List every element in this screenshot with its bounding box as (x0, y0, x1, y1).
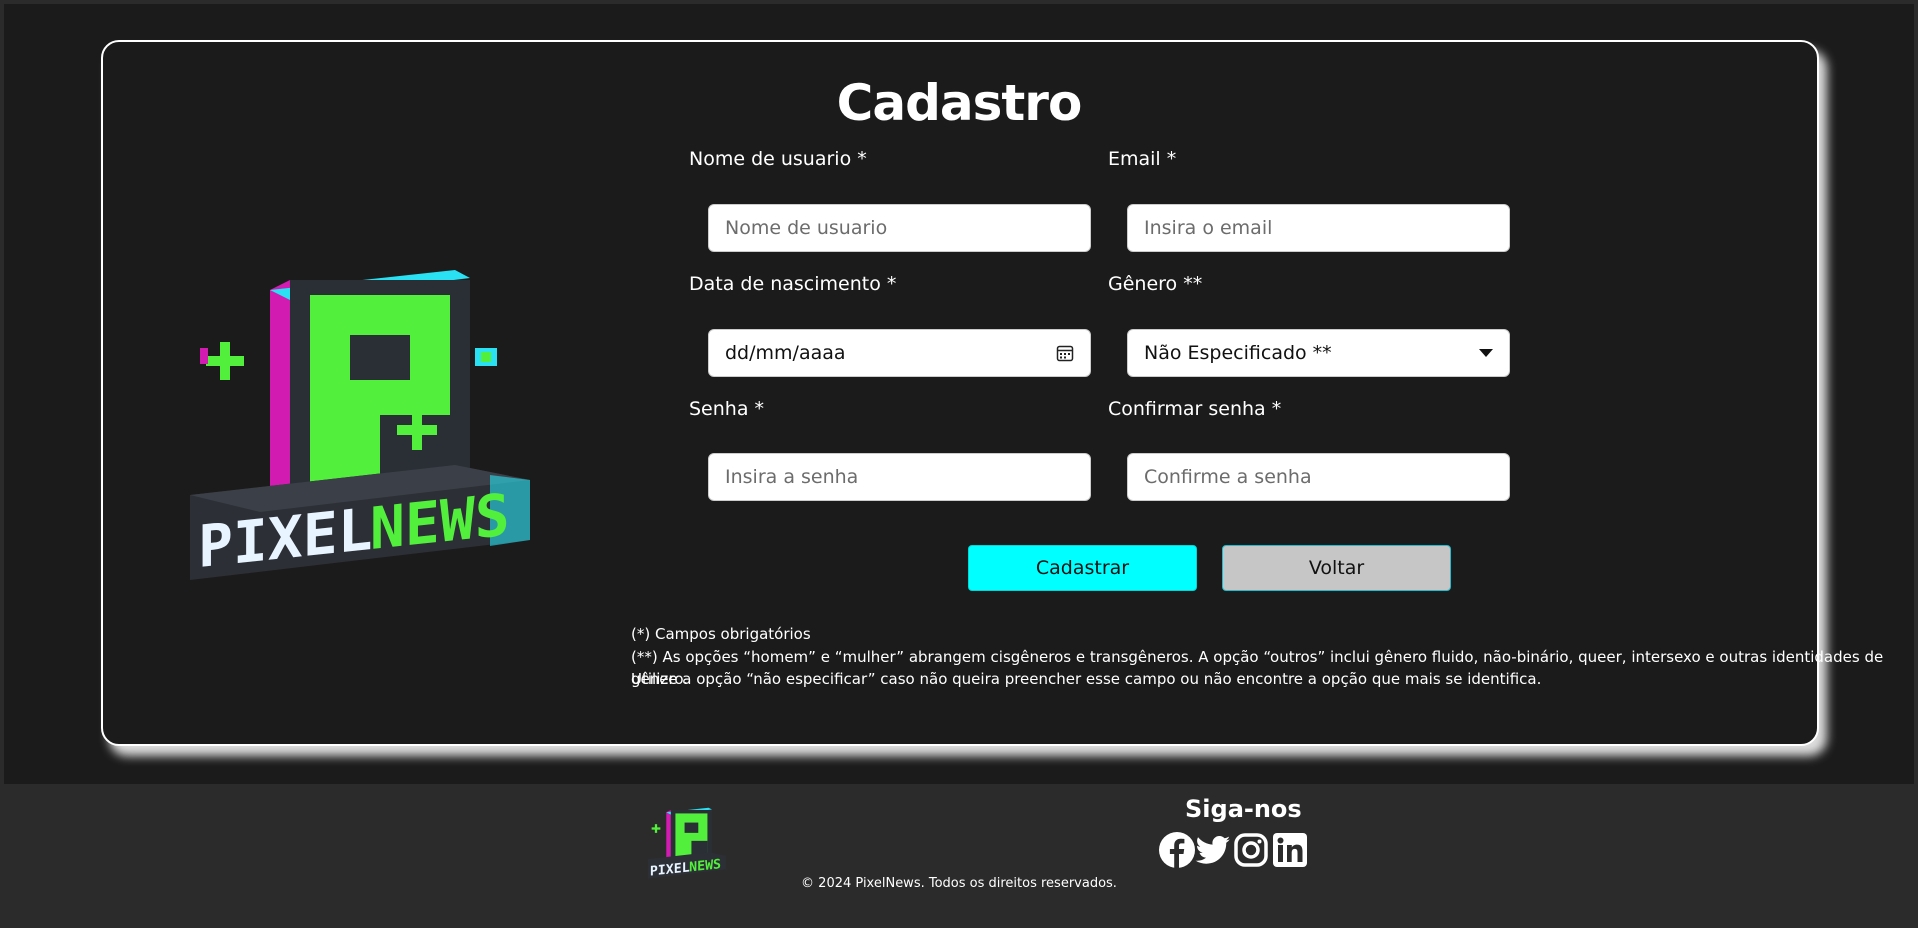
back-button[interactable]: Voltar (1222, 545, 1451, 591)
footer: PIXEL NEWS (0, 788, 1918, 928)
footer-logo[interactable]: PIXEL NEWS (648, 802, 728, 882)
password-label: Senha * (689, 398, 765, 420)
email-label: Email * (1108, 148, 1177, 170)
required-note: (*) Campos obrigatórios (631, 625, 811, 643)
pixelnews-logo: PIXEL NEWS (190, 250, 540, 590)
logo-word-news: NEWS (370, 481, 510, 563)
svg-text:NEWS: NEWS (689, 857, 721, 875)
twitter-icon[interactable] (1195, 832, 1231, 868)
follow-us-title: Siga-nos (1185, 795, 1302, 823)
username-label: Nome de usuario * (689, 148, 867, 170)
birthdate-input[interactable]: dd/mm/aaaa (708, 329, 1091, 377)
register-button[interactable]: Cadastrar (968, 545, 1197, 591)
gender-selected-value: Não Especificado ** (1144, 342, 1332, 364)
caret-down-icon (1479, 349, 1493, 357)
linkedin-icon[interactable] (1272, 832, 1308, 868)
birthdate-value: dd/mm/aaaa (725, 342, 846, 364)
gender-select[interactable]: Não Especificado ** (1127, 329, 1510, 377)
page-title: Cadastro (836, 74, 1083, 132)
facebook-icon[interactable] (1159, 832, 1195, 868)
copyright: © 2024 PixelNews. Todos os direitos rese… (801, 876, 1117, 891)
gender-label: Gênero ** (1108, 273, 1203, 295)
email-input[interactable] (1127, 204, 1510, 252)
gender-note-line2: Utilize a opção “não especificar” caso n… (631, 670, 1542, 688)
password-input[interactable] (708, 453, 1091, 501)
birthdate-label: Data de nascimento * (689, 273, 897, 295)
confirm-password-label: Confirmar senha * (1108, 398, 1282, 420)
calendar-icon[interactable] (1056, 344, 1074, 362)
instagram-icon[interactable] (1233, 832, 1269, 868)
confirm-password-input[interactable] (1127, 453, 1510, 501)
username-input[interactable] (708, 204, 1091, 252)
